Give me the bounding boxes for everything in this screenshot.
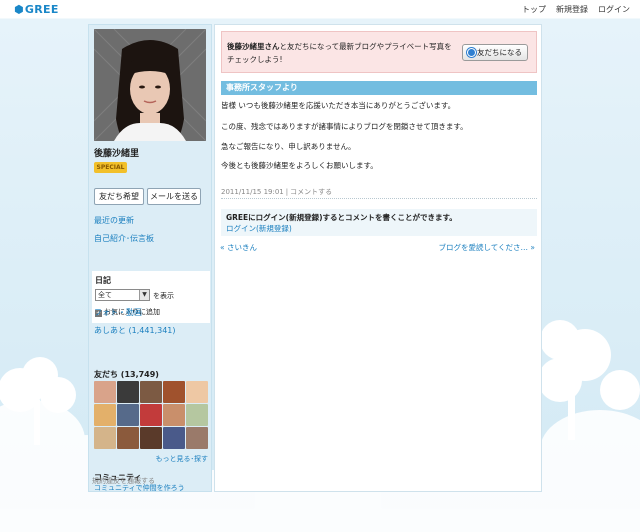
friend-avatar[interactable] xyxy=(94,404,116,426)
profile-photo-image xyxy=(94,29,206,141)
photos-videos-link[interactable]: フォト・動画 xyxy=(94,307,142,318)
recent-updates-link[interactable]: 最近の更新 xyxy=(94,215,134,226)
friend-avatar[interactable] xyxy=(140,404,162,426)
friend-request-button[interactable]: 友だち希望 xyxy=(94,188,144,205)
entry-title: 事務所スタッフより xyxy=(221,81,537,95)
friend-icon xyxy=(467,48,476,57)
friend-avatar[interactable] xyxy=(186,404,208,426)
profile-name: 後藤沙緒里 xyxy=(94,149,140,159)
nav-login-link[interactable]: ログイン xyxy=(598,4,630,15)
more-friends-link[interactable]: もっと見る･探す xyxy=(156,454,209,464)
profile-photo[interactable] xyxy=(94,29,206,141)
entry-paragraph: 皆様 いつも後藤沙緒里を応援いただき本当にありがとうございます。 xyxy=(221,101,456,110)
nav-register-link[interactable]: 新規登録 xyxy=(556,4,588,15)
self-intro-link[interactable]: 自己紹介･伝言板 xyxy=(94,233,154,244)
entry-paragraph: 今後とも後藤沙緒里をよろしくお願いします。 xyxy=(221,161,378,170)
friend-avatar[interactable] xyxy=(117,381,139,403)
invite-name: 後藤沙緒里さん xyxy=(227,42,280,51)
profile-sidebar: 後藤沙緒里 SPECIAL 友だち希望 メールを送る 最近の更新 自己紹介･伝言… xyxy=(88,24,212,492)
divider xyxy=(221,198,537,199)
friend-avatar[interactable] xyxy=(140,427,162,449)
invite-text: 後藤沙緒里さんと友だちになって最新ブログやプライベート写真をチェックしよう! xyxy=(227,40,455,66)
friend-avatar[interactable] xyxy=(117,427,139,449)
login-prompt-text: GREEにログイン(新規登録)するとコメントを書くことができます。 xyxy=(226,213,457,222)
friend-avatar[interactable] xyxy=(186,427,208,449)
top-nav: トップ 新規登録 ログイン xyxy=(522,4,630,15)
report-violation-link[interactable]: 規約違反を通報する xyxy=(92,476,155,486)
footprints-link[interactable]: あしあと (1,441,341) xyxy=(94,325,176,336)
entry-date: 2011/11/15 19:01 xyxy=(221,188,284,196)
friend-avatar[interactable] xyxy=(163,381,185,403)
friend-avatar[interactable] xyxy=(163,427,185,449)
chevron-down-icon[interactable]: ▼ xyxy=(139,290,149,300)
blog-main: 後藤沙緒里さんと友だちになって最新ブログやプライベート写真をチェックしよう! 友… xyxy=(214,24,542,492)
nav-top-link[interactable]: トップ xyxy=(522,4,546,15)
entry-meta: 2011/11/15 19:01 | コメントする xyxy=(221,188,333,196)
special-badge: SPECIAL xyxy=(94,162,127,173)
friend-avatar[interactable] xyxy=(94,381,116,403)
entry-paragraph: 急なご報告になり、申し訳ありません。 xyxy=(221,142,356,151)
diary-filter-suffix: を表示 xyxy=(153,292,174,300)
older-post-link[interactable]: ブログを愛読してくださ… » xyxy=(438,242,535,253)
login-register-link[interactable]: ログイン(新規登録) xyxy=(226,223,292,234)
gree-logo[interactable]: ⬢GREE xyxy=(14,3,59,16)
friends-grid xyxy=(94,381,210,449)
comment-link[interactable]: コメントする xyxy=(290,188,332,196)
friend-avatar[interactable] xyxy=(94,427,116,449)
friend-avatar[interactable] xyxy=(163,404,185,426)
top-bar: ⬢GREE トップ 新規登録 ログイン xyxy=(0,0,640,18)
friend-avatar[interactable] xyxy=(140,381,162,403)
friend-avatar[interactable] xyxy=(186,381,208,403)
diary-filter-value: 全て xyxy=(98,291,112,299)
add-friend-button[interactable]: 友だちになる xyxy=(462,44,528,61)
send-mail-button[interactable]: メールを送る xyxy=(147,188,201,205)
diary-title: 日記 xyxy=(95,276,111,285)
entry-paragraph: この度、残念ではありますが諸事情によりブログを閉鎖させて頂きます。 xyxy=(221,122,468,131)
logo-text: GREE xyxy=(24,3,59,16)
hexagon-icon: ⬢ xyxy=(14,3,24,16)
add-friend-label: 友だちになる xyxy=(477,48,522,57)
invite-banner: 後藤沙緒里さんと友だちになって最新ブログやプライベート写真をチェックしよう! 友… xyxy=(221,31,537,73)
diary-filter-select[interactable]: 全て ▼ xyxy=(95,289,150,301)
newer-posts-link[interactable]: « さいきん xyxy=(220,242,257,253)
login-prompt: GREEにログイン(新規登録)するとコメントを書くことができます。 ログイン(新… xyxy=(221,209,537,236)
friend-avatar[interactable] xyxy=(117,404,139,426)
friends-title: 友だち (13,749) xyxy=(94,370,159,379)
